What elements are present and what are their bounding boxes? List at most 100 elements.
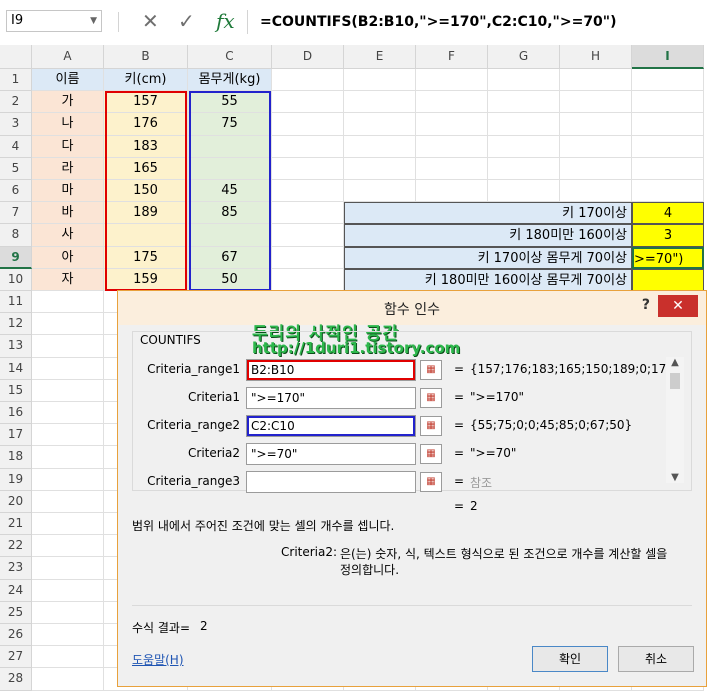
cell[interactable] <box>488 69 560 92</box>
cell[interactable] <box>632 135 704 158</box>
cell[interactable] <box>32 379 104 402</box>
x-icon[interactable]: ✕ <box>142 8 159 34</box>
arg-input[interactable]: ">=170" <box>246 387 416 409</box>
row-header-13[interactable]: 13 <box>0 335 32 358</box>
formula-input[interactable]: =COUNTIFS(B2:B10,">=170",C2:C10,">=70") <box>247 10 708 34</box>
row-header-25[interactable]: 25 <box>0 601 32 624</box>
row-header-19[interactable]: 19 <box>0 468 32 491</box>
cell[interactable] <box>32 335 104 358</box>
cell[interactable] <box>272 180 344 203</box>
cell[interactable] <box>272 157 344 180</box>
cell[interactable] <box>272 202 344 225</box>
cell[interactable] <box>416 91 488 114</box>
cell[interactable] <box>32 557 104 580</box>
row-header-8[interactable]: 8 <box>0 224 32 247</box>
cell[interactable] <box>344 91 416 114</box>
cell[interactable] <box>32 313 104 336</box>
select-all-corner[interactable] <box>0 45 32 69</box>
cell[interactable] <box>32 579 104 602</box>
help-icon[interactable]: ? <box>642 297 650 313</box>
cell[interactable] <box>32 291 104 314</box>
cell[interactable] <box>560 91 632 114</box>
row-header-3[interactable]: 3 <box>0 113 32 136</box>
name-cell[interactable]: 다 <box>32 135 104 158</box>
cell[interactable] <box>632 180 704 203</box>
column-header-i[interactable]: I <box>632 45 704 69</box>
row-header-4[interactable]: 4 <box>0 135 32 158</box>
name-cell[interactable]: 자 <box>32 268 104 291</box>
cancel-button[interactable]: 취소 <box>618 646 694 672</box>
cell[interactable] <box>272 246 344 269</box>
cell[interactable] <box>560 157 632 180</box>
cell[interactable] <box>488 157 560 180</box>
cell[interactable] <box>632 69 704 92</box>
cell[interactable] <box>416 135 488 158</box>
column-header-a[interactable]: A <box>32 45 104 69</box>
column-header-b[interactable]: B <box>104 45 188 69</box>
scroll-down-icon[interactable]: ▼ <box>666 472 684 483</box>
check-icon[interactable]: ✓ <box>178 8 195 34</box>
row-header-21[interactable]: 21 <box>0 513 32 536</box>
fx-icon[interactable]: fx <box>216 8 235 34</box>
cell[interactable] <box>32 668 104 691</box>
chevron-down-icon[interactable]: ▼ <box>90 11 97 31</box>
cell[interactable] <box>32 446 104 469</box>
cell[interactable] <box>560 113 632 136</box>
cell[interactable] <box>272 268 344 291</box>
range-select-icon[interactable]: ▦ <box>420 472 442 492</box>
column-header-f[interactable]: F <box>416 45 488 69</box>
cell[interactable] <box>416 113 488 136</box>
cell[interactable] <box>272 69 344 92</box>
row-header-22[interactable]: 22 <box>0 535 32 558</box>
name-cell[interactable]: 나 <box>32 113 104 136</box>
cell[interactable] <box>344 135 416 158</box>
cell[interactable] <box>272 91 344 114</box>
cell[interactable] <box>344 113 416 136</box>
cell[interactable] <box>632 113 704 136</box>
cell[interactable] <box>32 424 104 447</box>
cell[interactable] <box>416 180 488 203</box>
name-cell[interactable]: 바 <box>32 202 104 225</box>
name-cell[interactable]: 라 <box>32 157 104 180</box>
ok-button[interactable]: 확인 <box>532 646 608 672</box>
row-header-24[interactable]: 24 <box>0 579 32 602</box>
row-header-27[interactable]: 27 <box>0 646 32 669</box>
cell[interactable] <box>32 535 104 558</box>
cell[interactable] <box>32 468 104 491</box>
row-header-12[interactable]: 12 <box>0 313 32 336</box>
summary-value[interactable]: 4 <box>632 202 704 225</box>
cell[interactable] <box>32 513 104 536</box>
cell[interactable] <box>488 180 560 203</box>
arg-input[interactable]: B2:B10 <box>246 359 416 381</box>
cell[interactable] <box>488 91 560 114</box>
range-select-icon[interactable]: ▦ <box>420 416 442 436</box>
summary-value[interactable]: 3 <box>632 224 704 247</box>
cell[interactable] <box>32 646 104 669</box>
cell[interactable] <box>344 157 416 180</box>
row-header-20[interactable]: 20 <box>0 490 32 513</box>
arg-input[interactable] <box>246 471 416 493</box>
scroll-thumb[interactable] <box>670 373 680 389</box>
cell[interactable] <box>272 113 344 136</box>
range-select-icon[interactable]: ▦ <box>420 444 442 464</box>
cell[interactable] <box>344 69 416 92</box>
cell[interactable] <box>488 113 560 136</box>
cell[interactable] <box>560 69 632 92</box>
row-header-10[interactable]: 10 <box>0 268 32 291</box>
row-header-16[interactable]: 16 <box>0 402 32 425</box>
cell[interactable] <box>344 180 416 203</box>
cell[interactable] <box>416 157 488 180</box>
cell[interactable] <box>560 135 632 158</box>
scroll-up-icon[interactable]: ▲ <box>666 357 684 368</box>
cell[interactable] <box>488 135 560 158</box>
cell[interactable] <box>416 69 488 92</box>
cell[interactable] <box>272 135 344 158</box>
row-header-17[interactable]: 17 <box>0 424 32 447</box>
row-header-2[interactable]: 2 <box>0 91 32 114</box>
cell[interactable] <box>32 402 104 425</box>
cell[interactable] <box>272 224 344 247</box>
row-header-26[interactable]: 26 <box>0 624 32 647</box>
name-cell[interactable]: 마 <box>32 180 104 203</box>
row-header-5[interactable]: 5 <box>0 157 32 180</box>
cell[interactable] <box>32 357 104 380</box>
